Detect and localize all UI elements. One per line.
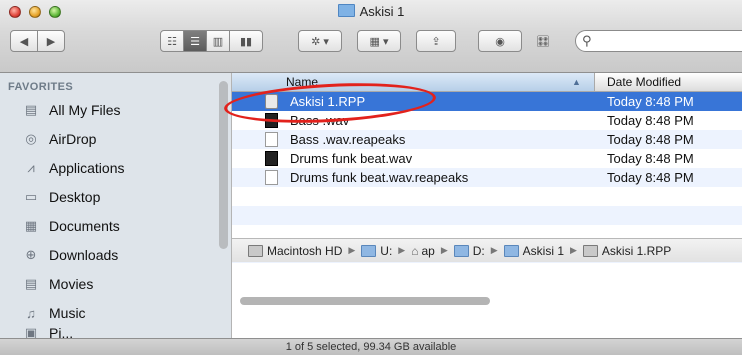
path-item-documents[interactable]: D: ▶ [453, 244, 504, 258]
forward-button[interactable]: ▶ [37, 30, 65, 52]
folder-icon [361, 244, 377, 257]
path-bar: Macintosh HD ▶ U: ▶ ⌂ ap ▶ D: ▶ Askisi 1 ▶ Ask… [232, 238, 742, 262]
desktop-icon: ▭ [24, 189, 38, 204]
path-item-user-home[interactable]: ⌂ ap ▶ [411, 244, 454, 258]
empty-row [232, 187, 742, 206]
path-separator-icon: ▶ [570, 245, 577, 255]
path-separator-icon: ▶ [398, 245, 406, 255]
back-button[interactable]: ◀ [10, 30, 38, 52]
sidebar: FAVORITES ▤ All My Files ◎ AirDrop ⩘ App… [0, 73, 232, 340]
applications-icon: ⩘ [27, 160, 35, 175]
window-title: Askisi 1 [0, 4, 742, 19]
folder-icon [503, 244, 519, 257]
folder-icon [453, 244, 469, 257]
empty-row [232, 206, 742, 225]
file-row[interactable]: Bass .wav.reapeaks Today 8:48 PM [232, 130, 742, 149]
sort-ascending-icon: ▲ [572, 77, 581, 87]
path-item-users[interactable]: U: ▶ [361, 244, 411, 258]
path-separator-icon: ▶ [348, 245, 356, 255]
sidebar-item-desktop[interactable]: ▭ Desktop [0, 184, 222, 210]
sidebar-item-documents[interactable]: ▦ Documents [0, 213, 222, 239]
path-separator-icon: ▶ [440, 245, 448, 255]
share-button[interactable]: ⇪ [416, 30, 456, 52]
sidebar-item-airdrop[interactable]: ◎ AirDrop [0, 126, 222, 152]
documents-icon: ▦ [24, 218, 38, 233]
audio-file-icon [265, 151, 278, 166]
home-icon: ⌂ [411, 243, 419, 258]
file-name: Drums funk beat.wav.reapeaks [290, 170, 469, 185]
quicklook-button[interactable]: ◉ [478, 30, 522, 52]
reaper-project-file-icon [582, 244, 598, 257]
search-field[interactable]: ⚲ [575, 30, 742, 52]
hard-drive-icon [248, 244, 263, 257]
coverflow-view-button[interactable]: ▮▮ [229, 30, 263, 52]
file-row[interactable]: Drums funk beat.wav.reapeaks Today 8:48 … [232, 168, 742, 187]
file-date: Today 8:48 PM [607, 170, 694, 185]
file-date: Today 8:48 PM [607, 132, 694, 147]
action-menu-button[interactable]: ✲ ▾ [298, 30, 342, 52]
movies-icon: ▤ [24, 276, 38, 291]
sidebar-item-downloads[interactable]: ⊕ Downloads [0, 242, 222, 268]
music-icon: ♫ [26, 305, 36, 321]
path-item-macintosh-hd[interactable]: Macintosh HD ▶ [248, 244, 361, 258]
empty-row [232, 263, 742, 282]
title-toolbar: Askisi 1 ◀ ▶ ☷ ☰ ▥ ▮▮ ✲ ▾ ▦ ▾ ⇪ ◉ 🎛 ⚲ [0, 0, 742, 73]
file-row[interactable]: Drums funk beat.wav Today 8:48 PM [232, 149, 742, 168]
finder-window: Askisi 1 ◀ ▶ ☷ ☰ ▥ ▮▮ ✲ ▾ ▦ ▾ ⇪ ◉ 🎛 ⚲ FA… [0, 0, 742, 355]
icon-view-button[interactable]: ☷ [160, 30, 184, 52]
all-files-icon: ▤ [24, 102, 38, 117]
sidebar-item-music[interactable]: ♫ Music [0, 300, 222, 326]
folder-icon [337, 4, 355, 17]
sidebar-heading: FAVORITES [8, 81, 74, 93]
nav-buttons: ◀ ▶ [10, 30, 65, 52]
sidebar-item-all-my-files[interactable]: ▤ All My Files [0, 97, 222, 123]
search-icon: ⚲ [582, 33, 592, 48]
airdrop-icon: ◎ [25, 131, 37, 146]
horizontal-scrollbar[interactable] [240, 297, 490, 305]
file-name: Drums funk beat.wav [290, 151, 413, 166]
path-item-askisi-folder[interactable]: Askisi 1 ▶ [503, 244, 583, 258]
column-view-button[interactable]: ▥ [206, 30, 230, 52]
file-date: Today 8:48 PM [607, 151, 694, 166]
document-file-icon [265, 170, 278, 185]
arrange-menu-button[interactable]: ▦ ▾ [357, 30, 401, 52]
view-buttons: ☷ ☰ ▥ ▮▮ [160, 30, 263, 52]
downloads-icon: ⊕ [25, 247, 37, 262]
sidebar-item-applications[interactable]: ⩘ Applications [0, 155, 222, 181]
path-item-askisi-file[interactable]: Askisi 1.RPP [582, 244, 671, 258]
list-view-button[interactable]: ☰ [183, 30, 207, 52]
path-separator-icon: ▶ [490, 245, 498, 255]
file-name: Bass .wav.reapeaks [290, 132, 406, 147]
reaper-app-icon[interactable]: 🎛 [530, 29, 556, 53]
file-date: Today 8:48 PM [607, 113, 694, 128]
status-bar: 1 of 5 selected, 99.34 GB available [0, 338, 742, 355]
sidebar-item-movies[interactable]: ▤ Movies [0, 271, 222, 297]
document-file-icon [265, 132, 278, 147]
file-date: Today 8:48 PM [607, 94, 694, 109]
date-column-header[interactable]: Date Modified [607, 75, 681, 89]
